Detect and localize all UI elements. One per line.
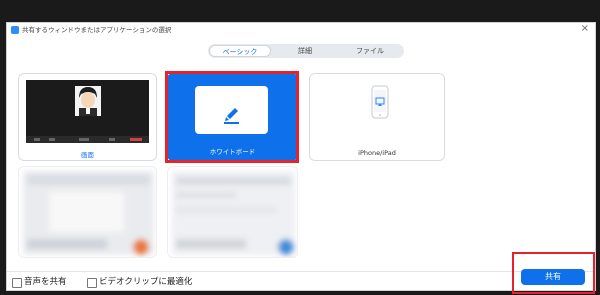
blurred-window-thumbnail [23,171,154,255]
blurred-window-thumbnail [172,171,295,255]
tab-advanced[interactable]: 詳細 [274,45,336,57]
share-dialog: 共有するウィンドウまたはアプリケーションの選択 × ベーシック 詳細 ファイル … [6,22,596,291]
bottom-bar: 音声を共有 ビデオクリップに最適化 [7,271,595,290]
optimize-video-checkbox[interactable] [87,278,97,288]
share-highlight-outline [512,252,595,294]
whiteboard-highlight-outline [165,71,299,163]
dialog-title: 共有するウィンドウまたはアプリケーションの選択 [22,26,172,34]
tile-iphone-ipad-label: iPhone/iPad [358,149,396,157]
tile-iphone-ipad[interactable]: iPhone/iPad [309,73,445,161]
phone-airplay-icon [371,85,389,119]
tile-window-2[interactable] [167,166,298,258]
tile-screen-label: 画面 [81,151,94,159]
share-audio-label: 音声を共有 [24,277,67,287]
title-bar: 共有するウィンドウまたはアプリケーションの選択 × [7,23,595,37]
optimize-video-label: ビデオクリップに最適化 [99,277,193,287]
tile-screen[interactable]: 画面 [18,73,157,161]
zoom-app-icon [11,26,19,34]
tab-basic[interactable]: ベーシック [209,45,271,57]
tile-window-1[interactable] [18,166,157,258]
screen-thumbnail [26,80,149,143]
close-icon[interactable]: × [581,23,589,34]
share-tabs: ベーシック 詳細 ファイル [208,44,404,58]
share-audio-checkbox[interactable] [12,278,22,288]
tab-files[interactable]: ファイル [339,45,401,57]
